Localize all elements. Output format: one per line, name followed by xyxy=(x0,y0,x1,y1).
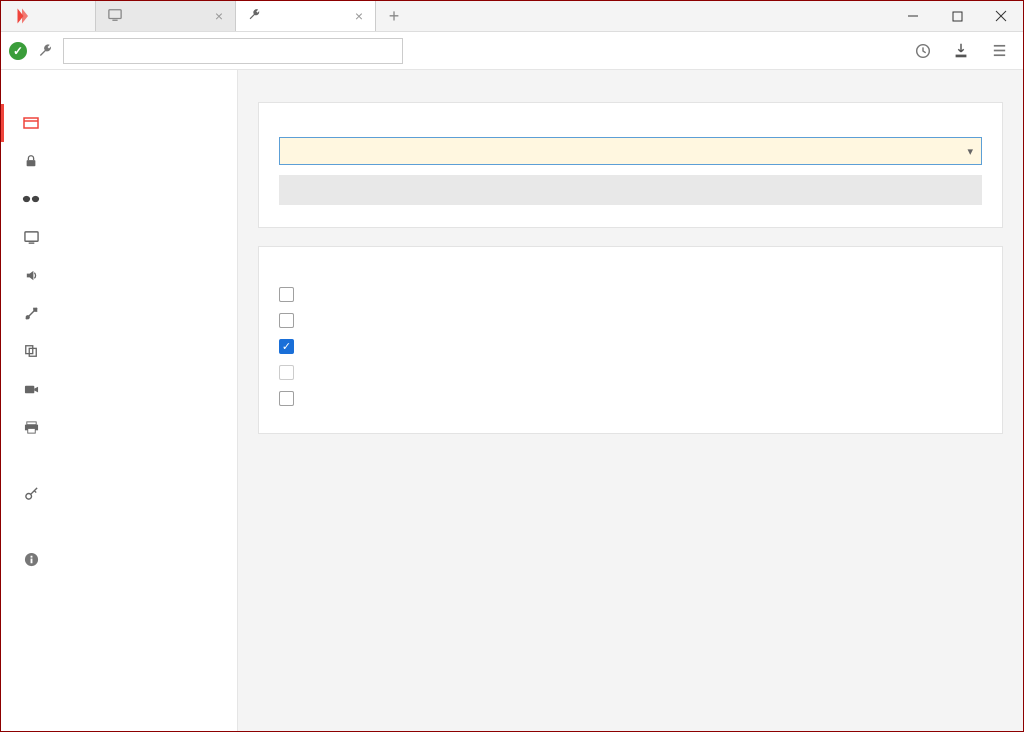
anydesk-logo-icon xyxy=(13,7,31,25)
sidebar-item-printer[interactable] xyxy=(1,408,237,446)
checkbox-row[interactable] xyxy=(279,281,982,307)
checkbox-row xyxy=(279,359,982,385)
wrench-icon xyxy=(248,8,261,24)
sidebar-item-display[interactable] xyxy=(1,218,237,256)
sidebar-item-privacy[interactable] xyxy=(1,180,237,218)
status-ok-icon: ✓ xyxy=(9,42,27,60)
tab-settings[interactable]: × xyxy=(236,1,376,31)
close-icon[interactable]: × xyxy=(215,8,223,24)
sidebar-title xyxy=(1,84,237,104)
checkbox[interactable]: ✓ xyxy=(279,339,294,354)
sidebar-item-security[interactable] xyxy=(1,142,237,180)
content-body: ▾ ✓ xyxy=(1,70,1023,731)
lock-icon xyxy=(22,152,40,170)
download-icon[interactable] xyxy=(945,35,977,67)
language-section: ▾ xyxy=(258,102,1003,228)
close-button[interactable] xyxy=(979,1,1023,31)
record-icon xyxy=(22,380,40,398)
history-icon[interactable] xyxy=(907,35,939,67)
maximize-button[interactable] xyxy=(935,1,979,31)
menu-icon[interactable] xyxy=(983,35,1015,67)
sidebar-item-ui[interactable] xyxy=(1,104,237,142)
printer-icon xyxy=(22,418,40,436)
checkbox-row[interactable] xyxy=(279,385,982,411)
minimize-button[interactable] xyxy=(891,1,935,31)
ui-icon xyxy=(22,114,40,132)
address-bar: ✓ xyxy=(1,32,1023,70)
speaker-icon xyxy=(22,266,40,284)
info-icon xyxy=(22,550,40,568)
monitor-icon xyxy=(108,8,122,25)
checkbox-row[interactable] xyxy=(279,307,982,333)
checkbox[interactable] xyxy=(279,391,294,406)
language-select[interactable]: ▾ xyxy=(279,137,982,165)
key-icon xyxy=(22,484,40,502)
checkbox[interactable] xyxy=(279,287,294,302)
sidebar-item-audio[interactable] xyxy=(1,256,237,294)
sidebar xyxy=(1,70,238,731)
sidebar-item-connection[interactable] xyxy=(1,294,237,332)
main-panel: ▾ ✓ xyxy=(238,70,1023,731)
sidebar-item-filetransfer[interactable] xyxy=(1,332,237,370)
checkbox-row[interactable]: ✓ xyxy=(279,333,982,359)
titlebar: × × + xyxy=(1,1,1023,32)
tab-app[interactable] xyxy=(1,1,96,31)
copy-icon xyxy=(22,342,40,360)
checkbox[interactable] xyxy=(279,313,294,328)
chevron-down-icon: ▾ xyxy=(967,145,973,158)
address-input[interactable] xyxy=(63,38,403,64)
new-tab-button[interactable]: + xyxy=(376,1,412,31)
restart-notice xyxy=(279,175,982,205)
checkbox xyxy=(279,365,294,380)
sidebar-item-license[interactable] xyxy=(1,474,237,512)
glasses-icon xyxy=(22,190,40,208)
sidebar-item-about[interactable] xyxy=(1,540,237,578)
monitor-icon xyxy=(22,228,40,246)
wrench-icon xyxy=(33,39,57,63)
connection-icon xyxy=(22,304,40,322)
sidebar-item-recording[interactable] xyxy=(1,370,237,408)
tab-session[interactable]: × xyxy=(96,1,236,31)
close-icon[interactable]: × xyxy=(355,8,363,24)
window-controls xyxy=(891,1,1023,31)
misc-section: ✓ xyxy=(258,246,1003,434)
